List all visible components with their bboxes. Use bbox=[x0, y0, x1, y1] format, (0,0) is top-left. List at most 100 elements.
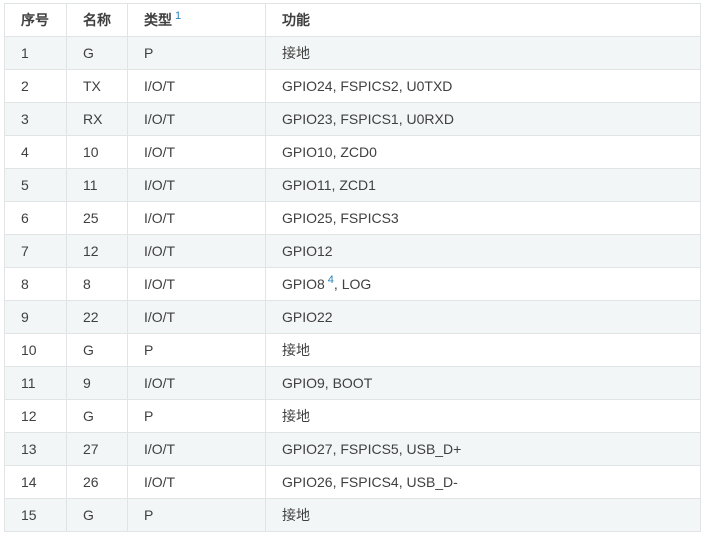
table-header: 序号 名称 类型 1 功能 bbox=[4, 3, 701, 37]
table-row: 1 G P 接地 bbox=[4, 36, 701, 70]
cell-no: 14 bbox=[4, 465, 67, 499]
cell-function: GPIO24, FSPICS2, U0TXD bbox=[265, 69, 701, 103]
cell-name: 26 bbox=[66, 465, 128, 499]
header-label: 序号 bbox=[21, 12, 49, 28]
header-label: 类型 bbox=[144, 12, 172, 28]
table-row: 10 G P 接地 bbox=[4, 333, 701, 367]
function-text: GPIO25, FSPICS3 bbox=[282, 210, 399, 226]
header-name: 名称 bbox=[66, 3, 128, 37]
cell-no: 3 bbox=[4, 102, 67, 136]
table-row: 7 12 I/O/T GPIO12 bbox=[4, 234, 701, 268]
cell-type: I/O/T bbox=[127, 300, 266, 334]
cell-type: P bbox=[127, 36, 266, 70]
cell-no: 13 bbox=[4, 432, 67, 466]
function-text: 接地 bbox=[282, 342, 310, 358]
cell-function: GPIO8 4, LOG bbox=[265, 267, 701, 301]
cell-no: 8 bbox=[4, 267, 67, 301]
cell-function: 接地 bbox=[265, 399, 701, 433]
cell-no: 9 bbox=[4, 300, 67, 334]
cell-no: 5 bbox=[4, 168, 67, 202]
cell-type: I/O/T bbox=[127, 267, 266, 301]
function-text: GPIO11, ZCD1 bbox=[282, 177, 376, 193]
cell-type: I/O/T bbox=[127, 366, 266, 400]
table-row: 9 22 I/O/T GPIO22 bbox=[4, 300, 701, 334]
table-row: 3 RX I/O/T GPIO23, FSPICS1, U0RXD bbox=[4, 102, 701, 136]
cell-name: 9 bbox=[66, 366, 128, 400]
table-body: 1 G P 接地 2 TX I/O/T GPIO24, FSPICS2, U0TXD 3 RX I/… bbox=[4, 36, 701, 532]
cell-no: 10 bbox=[4, 333, 67, 367]
cell-name: 25 bbox=[66, 201, 128, 235]
function-text-tail: , LOG bbox=[333, 276, 372, 292]
function-text: GPIO8 bbox=[282, 276, 325, 292]
cell-no: 7 bbox=[4, 234, 67, 268]
function-text: GPIO26, FSPICS4, USB_D- bbox=[282, 474, 458, 490]
function-text: GPIO24, FSPICS2, U0TXD bbox=[282, 78, 453, 94]
table-row: 2 TX I/O/T GPIO24, FSPICS2, U0TXD bbox=[4, 69, 701, 103]
function-text: 接地 bbox=[282, 507, 310, 523]
header-type: 类型 1 bbox=[127, 3, 266, 37]
cell-name: G bbox=[66, 498, 128, 532]
function-text: GPIO12 bbox=[282, 243, 333, 259]
cell-name: 22 bbox=[66, 300, 128, 334]
cell-function: GPIO9, BOOT bbox=[265, 366, 701, 400]
table-row: 11 9 I/O/T GPIO9, BOOT bbox=[4, 366, 701, 400]
footnote-link[interactable]: 1 bbox=[175, 10, 181, 22]
cell-type: I/O/T bbox=[127, 465, 266, 499]
function-text: GPIO22 bbox=[282, 309, 333, 325]
cell-type: I/O/T bbox=[127, 432, 266, 466]
pin-table: 序号 名称 类型 1 功能 1 G P 接地 2 TX I/O/T GPIO24, FSPICS2, … bbox=[4, 3, 701, 532]
table-row: 13 27 I/O/T GPIO27, FSPICS5, USB_D+ bbox=[4, 432, 701, 466]
cell-type: P bbox=[127, 333, 266, 367]
cell-function: 接地 bbox=[265, 498, 701, 532]
cell-type: I/O/T bbox=[127, 168, 266, 202]
cell-name: RX bbox=[66, 102, 128, 136]
header-label: 名称 bbox=[83, 12, 111, 28]
cell-no: 12 bbox=[4, 399, 67, 433]
cell-name: 12 bbox=[66, 234, 128, 268]
function-text: GPIO9, BOOT bbox=[282, 375, 373, 391]
function-text: GPIO27, FSPICS5, USB_D+ bbox=[282, 441, 462, 457]
cell-function: GPIO10, ZCD0 bbox=[265, 135, 701, 169]
table-row: 15 G P 接地 bbox=[4, 498, 701, 532]
pin-table-container: 序号 名称 类型 1 功能 1 G P 接地 2 TX I/O/T GPIO24, FSPICS2, … bbox=[4, 3, 701, 532]
cell-type: I/O/T bbox=[127, 234, 266, 268]
cell-function: GPIO25, FSPICS3 bbox=[265, 201, 701, 235]
table-row: 8 8 I/O/T GPIO8 4, LOG bbox=[4, 267, 701, 301]
table-row: 12 G P 接地 bbox=[4, 399, 701, 433]
table-row: 5 11 I/O/T GPIO11, ZCD1 bbox=[4, 168, 701, 202]
cell-no: 6 bbox=[4, 201, 67, 235]
cell-name: G bbox=[66, 399, 128, 433]
header-label: 功能 bbox=[282, 12, 310, 28]
cell-name: 11 bbox=[66, 168, 128, 202]
cell-name: TX bbox=[66, 69, 128, 103]
function-text: 接地 bbox=[282, 408, 310, 424]
cell-name: G bbox=[66, 333, 128, 367]
header-row: 序号 名称 类型 1 功能 bbox=[4, 3, 701, 37]
function-text: GPIO10, ZCD0 bbox=[282, 144, 377, 160]
cell-type: I/O/T bbox=[127, 201, 266, 235]
cell-function: 接地 bbox=[265, 333, 701, 367]
header-function: 功能 bbox=[265, 3, 701, 37]
cell-function: GPIO26, FSPICS4, USB_D- bbox=[265, 465, 701, 499]
cell-function: GPIO23, FSPICS1, U0RXD bbox=[265, 102, 701, 136]
cell-type: I/O/T bbox=[127, 69, 266, 103]
cell-name: 10 bbox=[66, 135, 128, 169]
cell-no: 1 bbox=[4, 36, 67, 70]
cell-no: 11 bbox=[4, 366, 67, 400]
table-row: 4 10 I/O/T GPIO10, ZCD0 bbox=[4, 135, 701, 169]
cell-name: 27 bbox=[66, 432, 128, 466]
function-text: GPIO23, FSPICS1, U0RXD bbox=[282, 111, 454, 127]
cell-type: I/O/T bbox=[127, 135, 266, 169]
cell-function: GPIO12 bbox=[265, 234, 701, 268]
cell-no: 15 bbox=[4, 498, 67, 532]
cell-type: P bbox=[127, 399, 266, 433]
cell-type: P bbox=[127, 498, 266, 532]
cell-name: 8 bbox=[66, 267, 128, 301]
header-no: 序号 bbox=[4, 3, 67, 37]
cell-type: I/O/T bbox=[127, 102, 266, 136]
cell-function: GPIO27, FSPICS5, USB_D+ bbox=[265, 432, 701, 466]
cell-function: 接地 bbox=[265, 36, 701, 70]
table-row: 14 26 I/O/T GPIO26, FSPICS4, USB_D- bbox=[4, 465, 701, 499]
cell-no: 2 bbox=[4, 69, 67, 103]
cell-name: G bbox=[66, 36, 128, 70]
